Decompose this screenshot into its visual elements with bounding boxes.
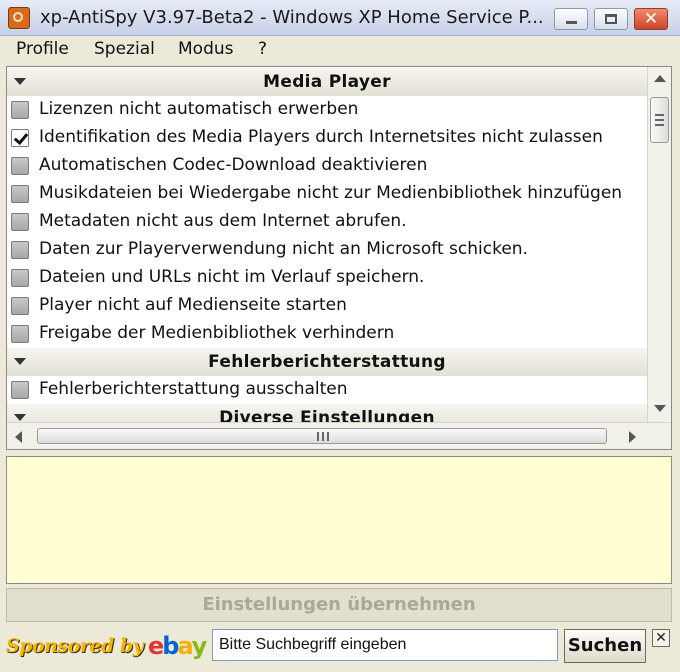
list-item-label: Daten zur Playerverwendung nicht an Micr… xyxy=(39,239,528,259)
apply-settings-button[interactable]: Einstellungen übernehmen xyxy=(6,588,672,622)
ebay-letter: e xyxy=(148,632,164,660)
checkbox[interactable] xyxy=(11,185,29,203)
list-item[interactable]: Lizenzen nicht automatisch erwerben xyxy=(7,96,647,124)
section-header-diverse-einstellungen[interactable]: Diverse Einstellungen xyxy=(7,404,647,422)
scroll-left-icon[interactable] xyxy=(15,431,22,443)
list-item[interactable]: Metadaten nicht aus dem Internet abrufen… xyxy=(7,208,647,236)
list-item-label: Player nicht auf Medienseite starten xyxy=(39,295,347,315)
checkbox[interactable] xyxy=(11,101,29,119)
section-title: Media Player xyxy=(263,72,391,92)
app-icon[interactable] xyxy=(8,7,30,29)
checkbox[interactable] xyxy=(11,325,29,343)
menu-profile[interactable]: Profile xyxy=(16,39,69,59)
sponsored-by-ebay-logo[interactable]: Sponsored by ebay xyxy=(6,628,208,664)
minimize-icon xyxy=(566,21,577,24)
maximize-icon xyxy=(605,14,617,24)
list-item[interactable]: Daten zur Playerverwendung nicht an Micr… xyxy=(7,236,647,264)
ebay-letter: b xyxy=(162,632,179,660)
checkbox[interactable] xyxy=(11,241,29,259)
checkbox[interactable] xyxy=(11,381,29,399)
list-item[interactable]: Automatischen Codec-Download deaktiviere… xyxy=(7,152,647,180)
list-item-label: Metadaten nicht aus dem Internet abrufen… xyxy=(39,211,407,231)
section-header-media-player[interactable]: Media Player xyxy=(7,68,647,96)
list-item[interactable]: Player nicht auf Medienseite starten xyxy=(7,292,647,320)
horizontal-scrollbar[interactable] xyxy=(7,422,671,449)
list-item-label: Automatischen Codec-Download deaktiviere… xyxy=(39,155,428,175)
checkbox[interactable] xyxy=(11,213,29,231)
section-header-fehlerberichterstattung[interactable]: Fehlerberichterstattung xyxy=(7,348,647,376)
ebay-search-input[interactable] xyxy=(212,629,558,661)
vertical-scrollbar[interactable] xyxy=(647,67,671,422)
close-button[interactable]: ✕ xyxy=(634,8,668,30)
minimize-button[interactable] xyxy=(554,8,588,30)
list-item-label: Fehlerberichterstattung ausschalten xyxy=(39,379,348,399)
menu-help[interactable]: ? xyxy=(258,39,267,59)
list-item[interactable]: Identifikation des Media Players durch I… xyxy=(7,124,647,152)
menu-bar: Profile Spezial Modus ? xyxy=(0,36,680,64)
close-sponsor-button[interactable]: ✕ xyxy=(652,629,670,647)
maximize-button[interactable] xyxy=(594,8,628,30)
vertical-scroll-thumb[interactable] xyxy=(650,97,669,143)
list-item[interactable]: Freigabe der Medienbibliothek verhindern xyxy=(7,320,647,348)
section-title: Diverse Einstellungen xyxy=(219,408,435,422)
description-panel xyxy=(6,456,672,584)
sponsor-text: Sponsored by xyxy=(6,635,144,657)
horizontal-scroll-thumb[interactable] xyxy=(37,428,607,444)
section-title: Fehlerberichterstattung xyxy=(208,352,446,372)
scroll-down-icon[interactable] xyxy=(654,405,666,412)
settings-list: Media Player Lizenzen nicht automatisch … xyxy=(6,66,672,450)
list-item-label: Lizenzen nicht automatisch erwerben xyxy=(39,99,359,119)
checkbox[interactable] xyxy=(11,297,29,315)
list-item-label: Freigabe der Medienbibliothek verhindern xyxy=(39,323,395,343)
menu-spezial[interactable]: Spezial xyxy=(94,39,155,59)
window-title: xp-AntiSpy V3.97-Beta2 - Windows XP Home… xyxy=(40,7,544,28)
scroll-up-icon[interactable] xyxy=(654,75,666,82)
checkbox[interactable] xyxy=(11,269,29,287)
ebay-letter: y xyxy=(191,632,208,660)
sponsor-bar: Sponsored by ebay Suchen ✕ xyxy=(0,626,680,672)
search-button[interactable]: Suchen xyxy=(564,629,646,663)
list-item[interactable]: Musikdateien bei Wiedergabe nicht zur Me… xyxy=(7,180,647,208)
title-bar[interactable]: xp-AntiSpy V3.97-Beta2 - Windows XP Home… xyxy=(0,0,680,36)
list-item-label: Dateien und URLs nicht im Verlauf speich… xyxy=(39,267,425,287)
list-item-label: Identifikation des Media Players durch I… xyxy=(39,127,603,147)
ebay-letter: a xyxy=(177,632,193,660)
menu-modus[interactable]: Modus xyxy=(178,39,234,59)
close-icon: ✕ xyxy=(643,9,659,29)
checkbox[interactable] xyxy=(11,157,29,175)
list-item[interactable]: Dateien und URLs nicht im Verlauf speich… xyxy=(7,264,647,292)
list-item[interactable]: Fehlerberichterstattung ausschalten xyxy=(7,376,647,404)
scroll-right-icon[interactable] xyxy=(629,431,636,443)
ebay-logo: ebay xyxy=(148,630,208,662)
settings-list-body: Media Player Lizenzen nicht automatisch … xyxy=(7,67,647,422)
list-item-label: Musikdateien bei Wiedergabe nicht zur Me… xyxy=(39,183,623,203)
checkbox[interactable] xyxy=(11,129,29,147)
